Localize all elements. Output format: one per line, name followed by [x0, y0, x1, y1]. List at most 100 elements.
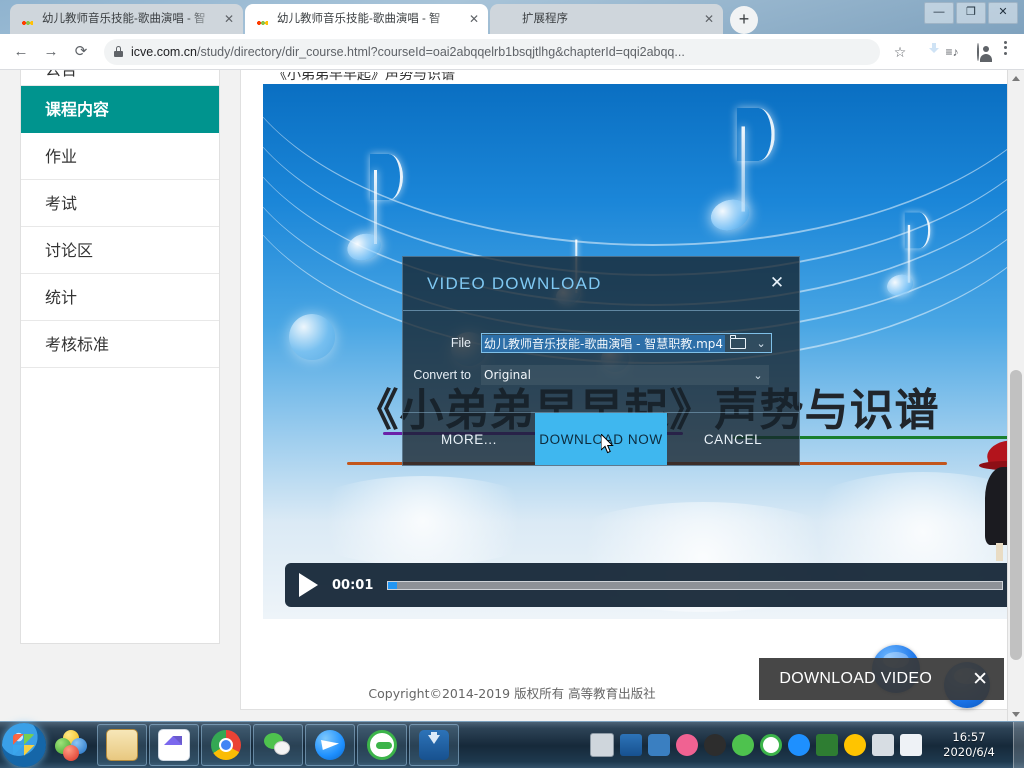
- sidebar-item-label: 考核标准: [45, 335, 110, 354]
- wechat-icon: [263, 730, 293, 760]
- sidebar-item-exam[interactable]: 考试: [21, 180, 219, 227]
- profile-icon[interactable]: [966, 40, 990, 64]
- sogou-input-icon[interactable]: [676, 734, 698, 756]
- more-button[interactable]: MORE...: [403, 413, 535, 465]
- network-tray-icon[interactable]: [872, 734, 894, 756]
- close-window-button[interactable]: ✕: [988, 2, 1018, 24]
- address-bar[interactable]: icve.com.cn/study/directory/dir_course.h…: [104, 38, 880, 65]
- convert-label: Convert to: [413, 368, 471, 382]
- keyboard-input-icon[interactable]: [590, 733, 614, 757]
- sidebar-item-announcements[interactable]: 公告: [21, 70, 219, 86]
- tab-title: 幼儿教师音乐技能-歌曲演唱 - 智: [42, 13, 206, 25]
- site-icon: [255, 12, 270, 27]
- taskbar-app-qq-mail[interactable]: [305, 724, 355, 766]
- taskbar-app-idm-downloader[interactable]: [409, 724, 459, 766]
- cancel-button[interactable]: CANCEL: [667, 413, 799, 465]
- scrollbar-thumb[interactable]: [1010, 370, 1022, 660]
- show-desktop-button[interactable]: [1013, 722, 1024, 768]
- video-progress-bar[interactable]: [387, 580, 1003, 590]
- maximize-button[interactable]: ❐: [956, 2, 986, 24]
- puzzle-icon: [500, 12, 515, 27]
- taskbar-app-360-browser[interactable]: [357, 724, 407, 766]
- extension-icon[interactable]: [914, 40, 938, 64]
- reading-list-icon[interactable]: ≡♪: [940, 40, 964, 64]
- taskbar-app-file-explorer[interactable]: [97, 724, 147, 766]
- sidebar-item-assessment-criteria[interactable]: 考核标准: [21, 321, 219, 368]
- start-orb[interactable]: [2, 723, 46, 767]
- idm-icon: [419, 730, 449, 760]
- ie-360-icon: [367, 730, 397, 760]
- download-video-banner[interactable]: DOWNLOAD VIDEO ✕: [759, 658, 1004, 700]
- qq-tray-icon[interactable]: [788, 734, 810, 756]
- convert-row: Convert to Original ⌄: [403, 365, 799, 385]
- minimize-button[interactable]: —: [924, 2, 954, 24]
- download-video-label: DOWNLOAD VIDEO: [779, 670, 933, 687]
- folder-icon[interactable]: [730, 334, 747, 349]
- scroll-up-arrow[interactable]: [1008, 70, 1024, 86]
- dialog-close-icon[interactable]: ✕: [765, 272, 789, 296]
- convert-select-value: Original: [484, 368, 531, 382]
- virtualbox-tray-icon[interactable]: [648, 734, 670, 756]
- dialog-title: VIDEO DOWNLOAD: [427, 273, 602, 293]
- reload-button[interactable]: ⟳: [68, 39, 94, 65]
- sidebar-item-statistics[interactable]: 统计: [21, 274, 219, 321]
- copyright-text: Copyright©2014-2019 版权所有 高等教育出版社: [368, 686, 656, 701]
- taskbar-app-aero-peek[interactable]: [47, 725, 95, 765]
- sidebar-item-label: 考试: [45, 194, 78, 213]
- back-button[interactable]: ←: [8, 39, 34, 65]
- taskbar-clock[interactable]: 16:57 2020/6/4: [925, 730, 1013, 760]
- video-current-time: 00:01: [332, 577, 374, 593]
- 360-tray-icon[interactable]: [760, 734, 782, 756]
- taskbar-app-foxmail[interactable]: [149, 724, 199, 766]
- sidebar-item-discussion[interactable]: 讨论区: [21, 227, 219, 274]
- tab-close-icon[interactable]: ✕: [466, 11, 482, 27]
- clock-date: 2020/6/4: [943, 745, 995, 759]
- sidebar-item-label: 统计: [45, 288, 78, 307]
- site-icon: [20, 12, 35, 27]
- sidebar-item-label: 公告: [45, 70, 77, 79]
- tab-title: 幼儿教师音乐技能-歌曲演唱 - 智: [277, 13, 441, 25]
- tab-strip: 幼儿教师音乐技能-歌曲演唱 - 智 ✕ 幼儿教师音乐技能-歌曲演唱 - 智 ✕ …: [0, 0, 1024, 34]
- tab-close-icon[interactable]: ✕: [701, 11, 717, 27]
- browser-toolbar: ← → ⟳ icve.com.cn/study/directory/dir_co…: [0, 34, 1024, 70]
- chrome-menu-icon[interactable]: [992, 40, 1016, 64]
- sidebar-item-label: 讨论区: [45, 241, 94, 260]
- convert-dropdown-chevron-icon[interactable]: ⌄: [748, 369, 768, 382]
- file-dropdown-chevron-icon[interactable]: ⌄: [751, 337, 771, 350]
- close-banner-icon[interactable]: ✕: [972, 670, 988, 689]
- url-text: icve.com.cn/study/directory/dir_course.h…: [131, 45, 685, 59]
- sidebar-item-course-content[interactable]: 课程内容: [21, 86, 219, 133]
- dialog-body: File 幼儿教师音乐技能-歌曲演唱 - 智慧职教.mp4 ⌄ Convert …: [403, 311, 799, 414]
- chrome-icon: [211, 730, 241, 760]
- new-tab-button[interactable]: +: [730, 6, 758, 34]
- aero-peek-icon: [55, 730, 87, 761]
- lesson-title: 《小弟弟早早起》声势与识谱: [273, 70, 455, 83]
- browser-tab-3[interactable]: 扩展程序 ✕: [490, 4, 723, 34]
- bookmark-star-icon[interactable]: ☆: [888, 40, 912, 64]
- taskbar-app-google-chrome[interactable]: [201, 724, 251, 766]
- tab-title: 扩展程序: [522, 13, 568, 25]
- tab-close-icon[interactable]: ✕: [221, 11, 237, 27]
- forward-button[interactable]: →: [38, 39, 64, 65]
- window-controls: — ❐ ✕: [924, 2, 1018, 24]
- convert-select[interactable]: Original ⌄: [481, 365, 769, 385]
- browser-tab-1[interactable]: 幼儿教师音乐技能-歌曲演唱 - 智 ✕: [10, 4, 243, 34]
- wps-tray-icon[interactable]: [816, 734, 838, 756]
- sidebar-item-label: 课程内容: [45, 100, 110, 119]
- music-note-icon: [884, 212, 931, 299]
- volume-tray-icon[interactable]: [900, 734, 922, 756]
- page-scrollbar[interactable]: [1007, 70, 1024, 722]
- play-button[interactable]: [299, 573, 318, 597]
- video-controls: 00:01: [285, 563, 1017, 607]
- plus-tray-icon[interactable]: [844, 734, 866, 756]
- taskbar-app-wechat[interactable]: [253, 724, 303, 766]
- baidu-tray-icon[interactable]: [704, 734, 726, 756]
- mouse-cursor: [601, 434, 614, 454]
- sidebar-item-homework[interactable]: 作业: [21, 133, 219, 180]
- browser-tab-2[interactable]: 幼儿教师音乐技能-歌曲演唱 - 智 ✕: [245, 4, 488, 34]
- scroll-down-arrow[interactable]: [1008, 706, 1024, 722]
- file-input[interactable]: 幼儿教师音乐技能-歌曲演唱 - 智慧职教.mp4 ⌄: [481, 333, 773, 353]
- idm-tray-icon[interactable]: [620, 734, 642, 756]
- wechat-tray-icon[interactable]: [732, 734, 754, 756]
- screen: 幼儿教师音乐技能-歌曲演唱 - 智 ✕ 幼儿教师音乐技能-歌曲演唱 - 智 ✕ …: [0, 0, 1024, 768]
